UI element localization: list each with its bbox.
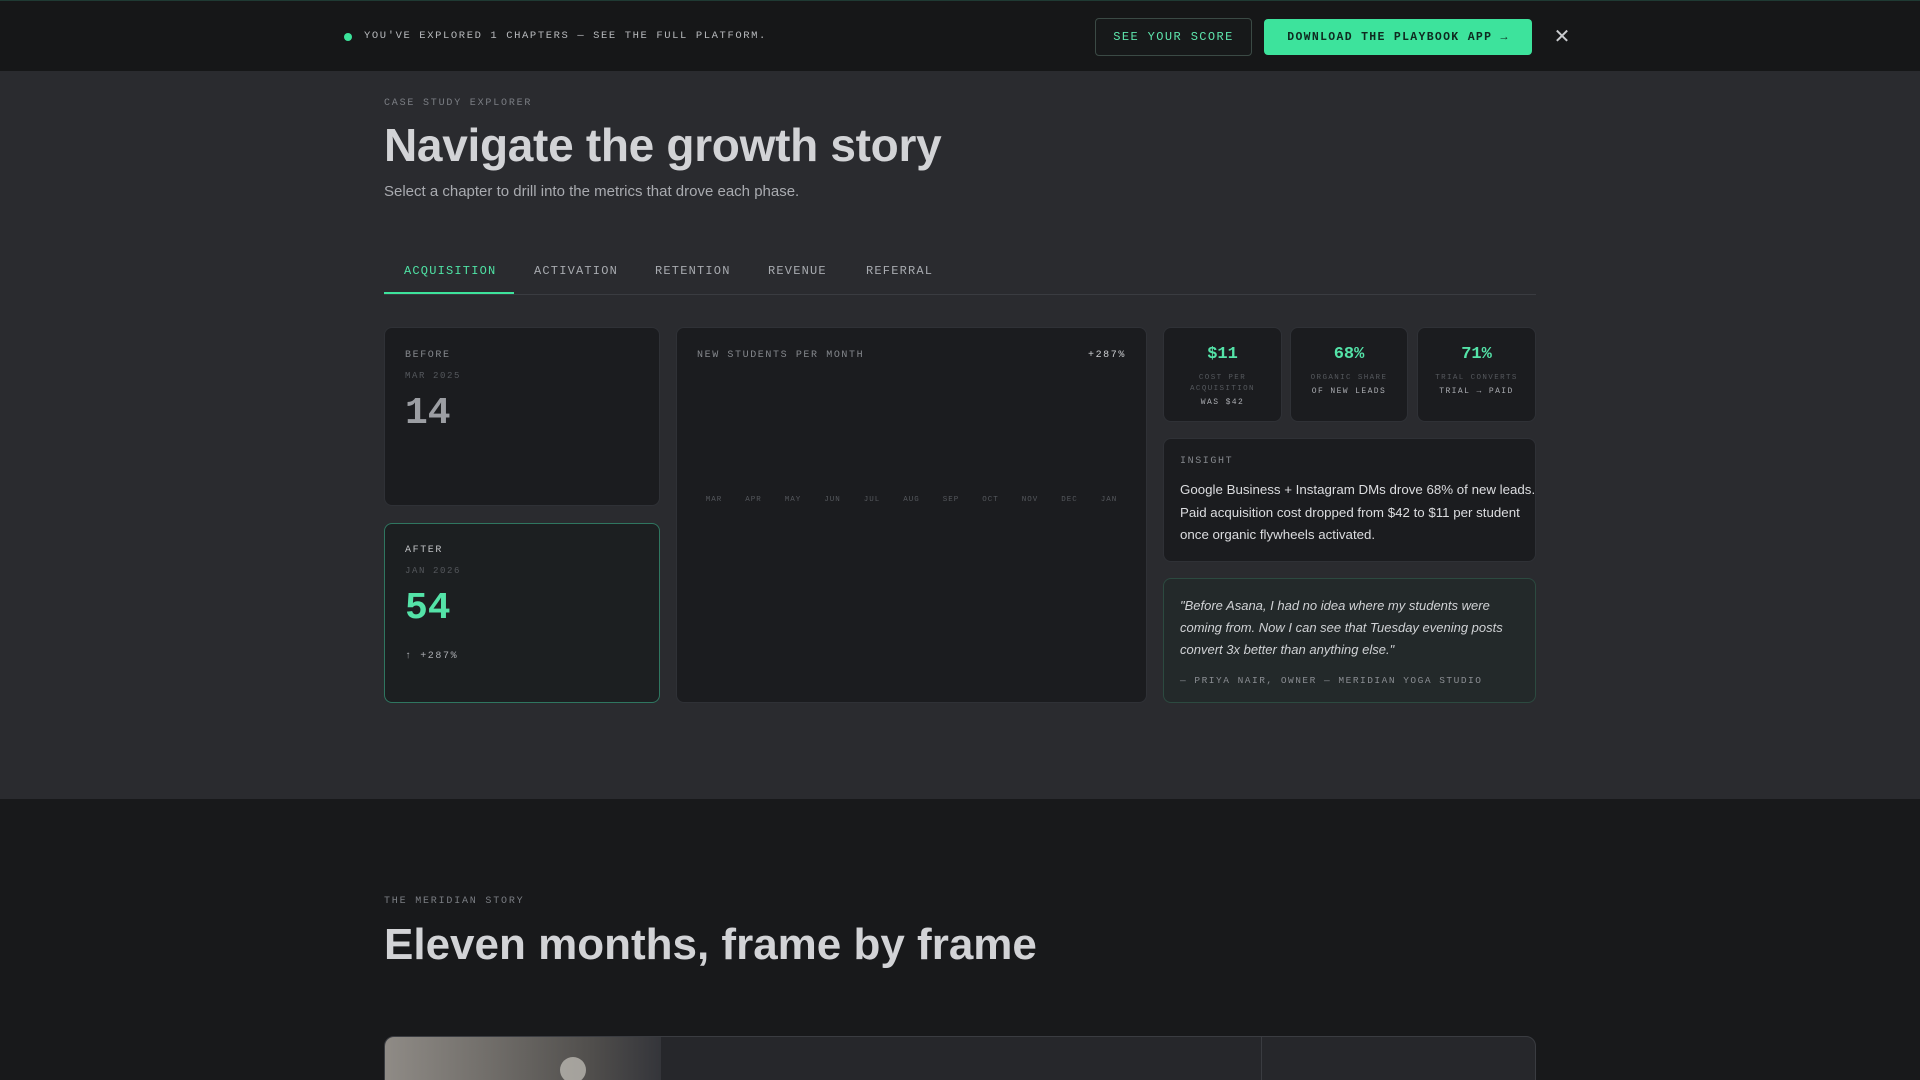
download-app-button[interactable]: DOWNLOAD THE PLAYBOOK APP →: [1264, 19, 1532, 55]
stat-value: 68%: [1333, 345, 1365, 364]
stat-card-organic: 68% ORGANIC SHARE OF NEW LEADS: [1290, 327, 1408, 422]
status-dot-icon: [344, 33, 352, 41]
stat-card-cpa: $11 COST PER ACQUISITION WAS $42: [1163, 327, 1282, 422]
before-value: 14: [405, 392, 451, 435]
testimonial-quote: "Before Asana, I had no idea where my st…: [1180, 598, 1503, 657]
stat-card-trial: 71% TRIAL CONVERTS TRIAL → PAID: [1417, 327, 1536, 422]
see-score-button[interactable]: SEE YOUR SCORE: [1095, 18, 1252, 56]
story-eyebrow: THE MERIDIAN STORY: [384, 896, 525, 907]
after-date: JAN 2026: [405, 566, 462, 576]
stat-value: $11: [1207, 345, 1238, 364]
close-icon[interactable]: ✕: [1551, 24, 1573, 48]
chart-badge: +287%: [1087, 350, 1126, 361]
before-label: BEFORE: [405, 350, 451, 361]
chart-x-tick-label: OCT: [982, 496, 999, 504]
chart-x-tick-label: JUL: [863, 496, 881, 504]
tab-referral[interactable]: REFERRAL: [866, 264, 933, 278]
story-section: THE MERIDIAN STORY Eleven months, frame …: [0, 799, 1920, 1080]
page-title: Navigate the growth story: [384, 119, 942, 171]
before-card: BEFORE MAR 2025 14: [384, 327, 660, 506]
after-delta: ↑ +287%: [405, 651, 459, 662]
active-tab-indicator: [384, 292, 514, 294]
chart-card: NEW STUDENTS PER MONTH +287%: [676, 327, 1147, 703]
tab-retention[interactable]: RETENTION: [655, 264, 731, 278]
chart-x-tick-label: JAN: [1100, 496, 1118, 504]
after-value: 54: [405, 587, 451, 630]
stat-sub: TRIAL → PAID: [1439, 387, 1514, 396]
story-photo: [385, 1037, 661, 1080]
chapter-tabs: ACQUISITION ACTIVATION RETENTION REVENUE…: [384, 252, 1536, 295]
insight-card: INSIGHT Google Business + Instagram DMs …: [1163, 438, 1536, 562]
insight-text: Google Business + Instagram DMs drove 68…: [1180, 482, 1536, 542]
stat-label: COST PER ACQUISITION: [1190, 374, 1255, 393]
testimonial-attribution: — PRIYA NAIR, OWNER — MERIDIAN YOGA STUD…: [1180, 675, 1483, 686]
divider: [1261, 1037, 1262, 1080]
chart-title: NEW STUDENTS PER MONTH: [697, 350, 865, 361]
chart-x-tick-label: JUN: [824, 496, 841, 504]
stat-label: TRIAL CONVERTS: [1435, 374, 1518, 382]
top-banner: YOU'VE EXPLORED 1 CHAPTERS — SEE THE FUL…: [0, 0, 1920, 71]
story-frame-card[interactable]: [384, 1036, 1536, 1080]
chart-x-tick-label: SEP: [942, 496, 960, 504]
chart-x-tick-label: APR: [745, 496, 762, 504]
insight-label: INSIGHT: [1180, 456, 1234, 467]
page-subtitle: Select a chapter to drill into the metri…: [384, 183, 800, 200]
story-title: Eleven months, frame by frame: [384, 920, 1037, 969]
chart-x-tick-label: DEC: [1061, 496, 1078, 504]
chart-x-tick-label: NOV: [1021, 496, 1039, 504]
chart-x-tick-label: AUG: [903, 496, 920, 504]
stat-label: ORGANIC SHARE: [1310, 374, 1388, 382]
stat-sub: WAS $42: [1200, 398, 1245, 407]
testimonial-card: "Before Asana, I had no idea where my st…: [1163, 578, 1536, 703]
stat-sub: OF NEW LEADS: [1311, 387, 1387, 396]
tab-activation[interactable]: ACTIVATION: [534, 264, 618, 278]
before-date: MAR 2025: [405, 371, 462, 381]
section-eyebrow: CASE STUDY EXPLORER: [384, 98, 533, 109]
after-card: AFTER JAN 2026 54 ↑ +287%: [384, 523, 660, 703]
chart-x-tick-label: MAR: [705, 496, 723, 504]
stat-value: 71%: [1461, 345, 1492, 364]
tab-revenue[interactable]: REVENUE: [768, 264, 827, 278]
after-label: AFTER: [405, 545, 444, 556]
chart-x-tick-label: MAY: [784, 496, 802, 504]
banner-message: YOU'VE EXPLORED 1 CHAPTERS — SEE THE FUL…: [364, 30, 767, 42]
tab-acquisition[interactable]: ACQUISITION: [404, 264, 496, 278]
